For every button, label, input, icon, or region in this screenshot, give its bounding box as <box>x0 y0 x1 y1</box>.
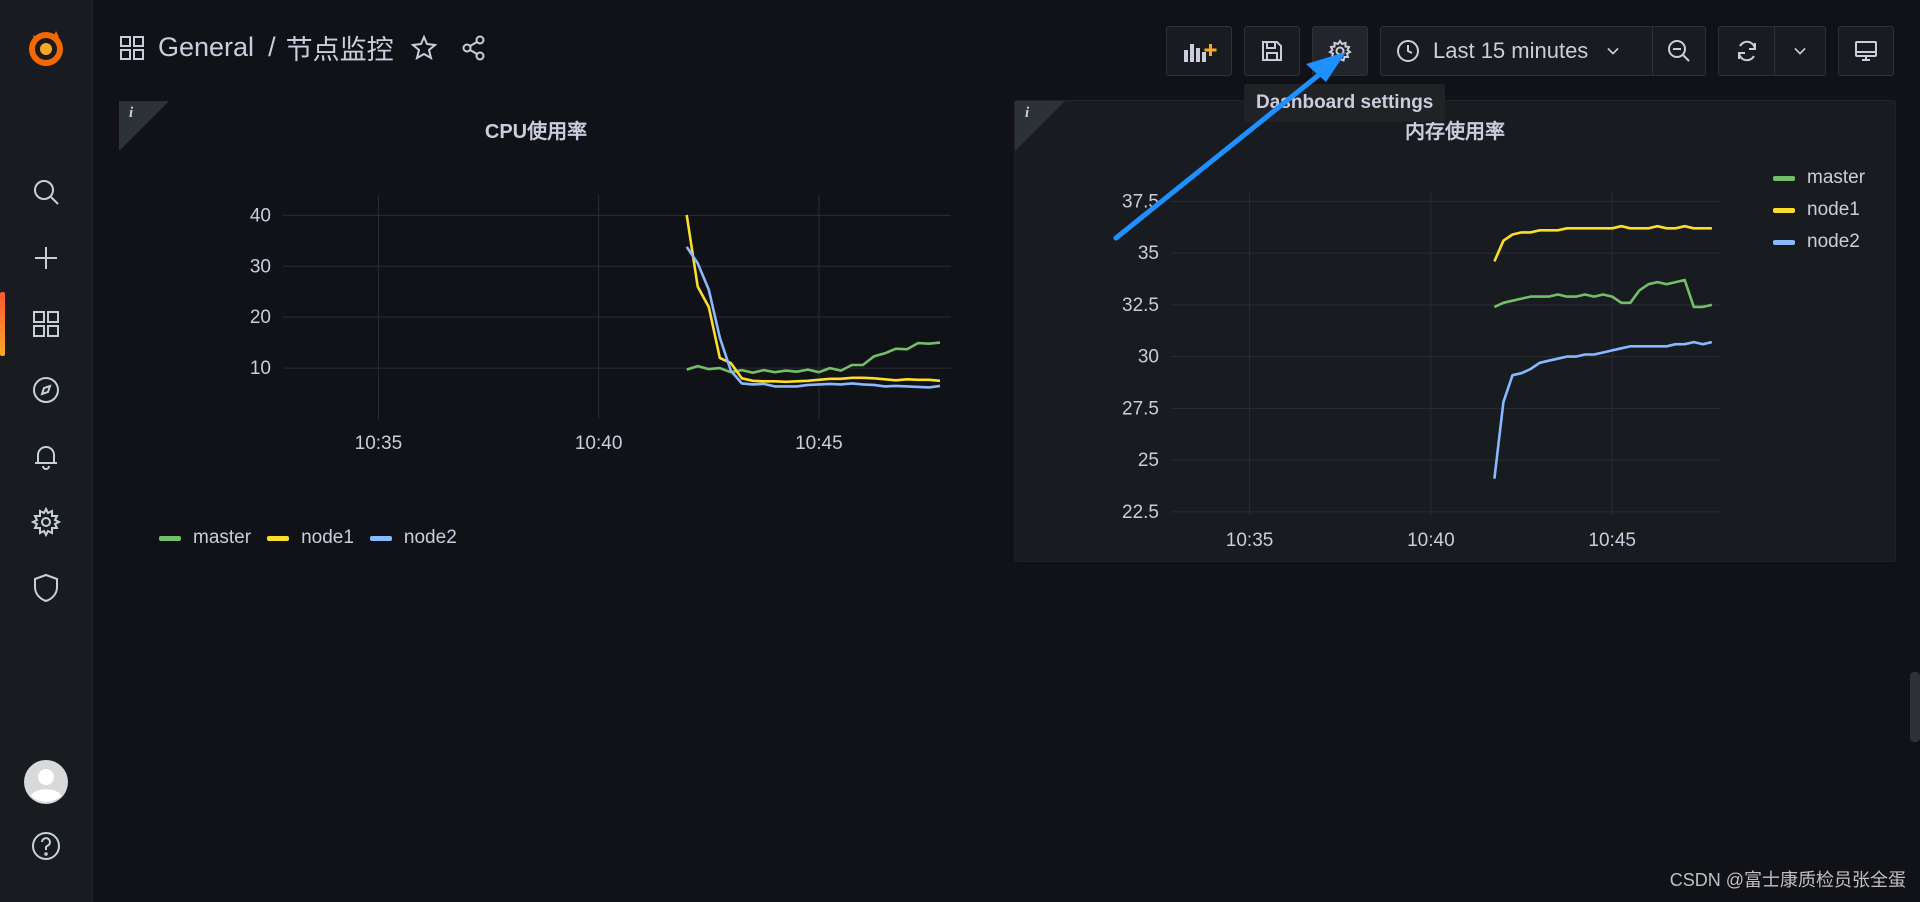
series-line-node1 <box>685 214 941 384</box>
save-dashboard-button[interactable] <box>1244 26 1300 76</box>
x-tick-label: 10:35 <box>1226 530 1274 551</box>
y-tick-label: 30 <box>1138 347 1159 368</box>
cpu-usage-chart[interactable]: 10 20 30 40 10:35 10:40 10:45 <box>119 101 955 563</box>
y-tick-label: 25 <box>1138 450 1159 471</box>
series-line-node2 <box>1493 340 1713 479</box>
legend-swatch <box>1773 175 1795 181</box>
y-tick-label: 30 <box>250 256 271 277</box>
series-line-node1 <box>1493 224 1712 262</box>
help-icon[interactable] <box>0 818 92 874</box>
legend-label: node1 <box>1807 199 1860 220</box>
legend-item-node2[interactable]: node2 <box>369 527 457 549</box>
legend-item-node1[interactable]: node1 <box>267 527 354 549</box>
dashboard-title[interactable]: 节点监控 <box>286 28 394 67</box>
time-picker[interactable]: Last 15 minutes <box>1380 26 1652 76</box>
search-icon[interactable] <box>0 164 92 220</box>
refresh-button[interactable] <box>1718 26 1774 76</box>
series-line-master <box>1493 278 1713 309</box>
chart-legend: master node1 node2 <box>159 527 457 549</box>
y-tick-label: 32.5 <box>1122 295 1159 316</box>
star-icon[interactable] <box>410 33 438 62</box>
legend-item-master[interactable]: master <box>159 527 251 549</box>
x-tick-label: 10:45 <box>795 433 843 454</box>
chevron-down-icon <box>1602 38 1624 64</box>
legend-label: node1 <box>301 527 354 548</box>
breadcrumb: General / 节点监控 <box>118 28 488 67</box>
breadcrumb-separator: / <box>268 32 276 62</box>
y-tick-label: 20 <box>250 307 271 328</box>
legend-label: master <box>1807 167 1866 188</box>
sidebar <box>0 0 93 902</box>
x-tick-label: 10:40 <box>1407 530 1455 551</box>
add-panel-button[interactable] <box>1166 26 1232 76</box>
grafana-logo-icon[interactable] <box>0 18 92 78</box>
settings-tooltip: Dashboard settings <box>1244 84 1446 122</box>
zoom-out-button[interactable] <box>1652 26 1706 76</box>
dashboard-settings-button[interactable] <box>1312 26 1368 76</box>
chevron-down-icon <box>1789 38 1811 64</box>
legend-label: node2 <box>1807 231 1860 252</box>
legend-swatch <box>1773 239 1795 245</box>
x-tick-label: 10:45 <box>1588 530 1636 551</box>
y-tick-label: 40 <box>250 205 271 226</box>
legend-label: master <box>193 527 252 548</box>
legend-swatch <box>159 535 181 541</box>
legend-swatch <box>369 535 392 541</box>
time-range-label: Last 15 minutes <box>1433 38 1589 63</box>
cpu-usage-panel: i CPU使用率 10 20 30 40 10:35 10:40 10:45 master … <box>118 100 954 562</box>
legend-item-node1[interactable]: node1 <box>1773 199 1865 221</box>
x-tick-label: 10:35 <box>355 433 403 454</box>
watermark: CSDN @富士康质检员张全蛋 <box>1669 870 1906 890</box>
legend-swatch <box>1773 207 1795 213</box>
y-tick-label: 22.5 <box>1122 502 1159 523</box>
breadcrumb-folder[interactable]: General <box>158 32 254 63</box>
memory-usage-panel: i 内存使用率 22.5 25 27.5 30 32.5 35 37.5 10:35 10:40… <box>1014 100 1896 562</box>
legend-swatch <box>267 535 290 541</box>
dashboards-icon <box>118 34 146 62</box>
y-tick-label: 35 <box>1138 243 1159 264</box>
y-tick-label: 10 <box>250 358 271 379</box>
gear-icon[interactable] <box>0 494 92 550</box>
explore-compass-icon[interactable] <box>0 362 92 418</box>
chart-legend: master node1 node2 <box>1773 167 1865 253</box>
shield-icon[interactable] <box>0 560 92 616</box>
tv-mode-button[interactable] <box>1838 26 1894 76</box>
scrollbar[interactable] <box>1910 672 1920 742</box>
legend-item-master[interactable]: master <box>1773 167 1865 189</box>
dashboards-icon[interactable] <box>0 296 92 352</box>
legend-label: node2 <box>403 527 457 548</box>
y-tick-label: 37.5 <box>1122 191 1159 212</box>
x-tick-label: 10:40 <box>575 433 623 454</box>
memory-usage-chart[interactable]: 22.5 25 27.5 30 32.5 35 37.5 10:35 10:40 10:45 <box>1015 101 1897 563</box>
refresh-interval-dropdown[interactable] <box>1774 26 1826 76</box>
y-tick-label: 27.5 <box>1122 398 1159 419</box>
avatar[interactable] <box>0 754 92 810</box>
share-icon[interactable] <box>460 34 488 62</box>
plus-icon[interactable] <box>0 230 92 286</box>
alerting-bell-icon[interactable] <box>0 428 92 484</box>
legend-item-node2[interactable]: node2 <box>1773 231 1865 253</box>
clock-icon <box>1395 38 1421 64</box>
